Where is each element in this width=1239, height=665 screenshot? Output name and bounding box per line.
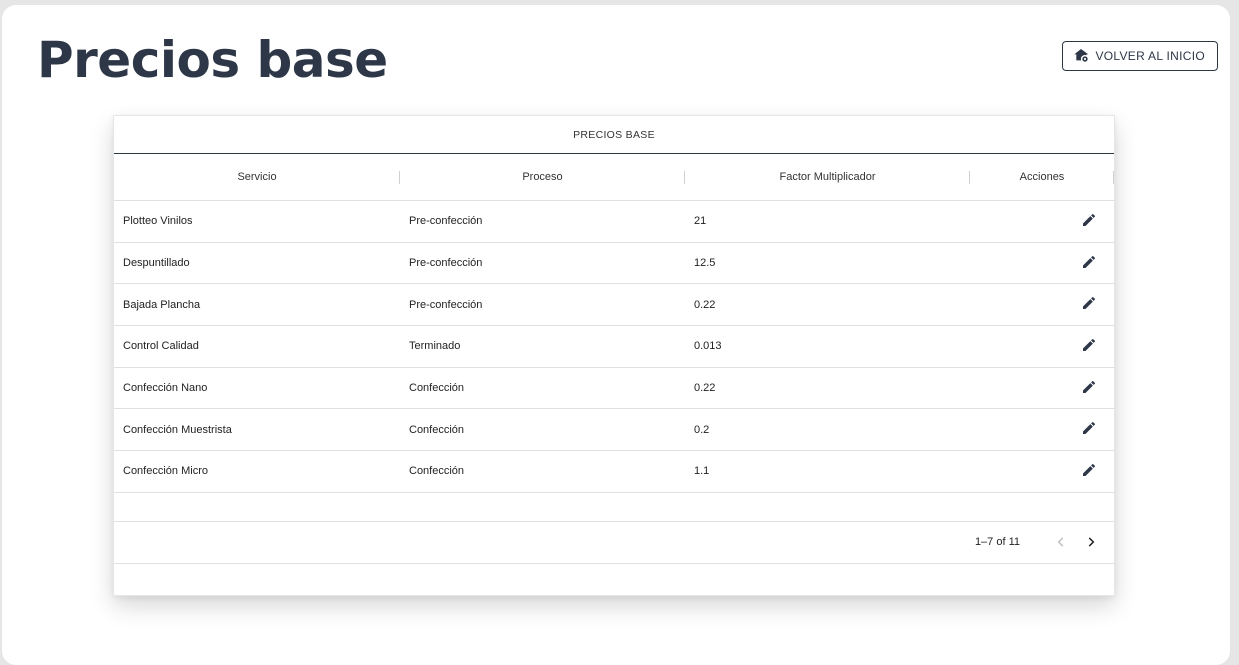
- edit-button[interactable]: [1078, 460, 1100, 482]
- pencil-icon: [1081, 462, 1097, 481]
- cell-acciones: [970, 210, 1114, 232]
- column-header-acciones[interactable]: Acciones: [970, 154, 1114, 200]
- table-spacer: [114, 493, 1114, 522]
- cell-servicio: Plotteo Vinilos: [123, 215, 193, 228]
- edit-button[interactable]: [1078, 294, 1100, 316]
- cell-servicio: Control Calidad: [123, 340, 199, 353]
- cell-servicio: Bajada Plancha: [123, 298, 201, 311]
- edit-button[interactable]: [1078, 335, 1100, 357]
- table-row[interactable]: Control Calidad Terminado 0.013: [114, 326, 1114, 368]
- cell-servicio: Confección Micro: [123, 465, 208, 478]
- cell-proceso: Pre-confección: [409, 215, 483, 228]
- table-caption: PRECIOS BASE: [114, 116, 1114, 154]
- cell-acciones: [970, 419, 1114, 441]
- previous-page-button[interactable]: [1050, 531, 1072, 553]
- edit-button[interactable]: [1078, 419, 1100, 441]
- cell-servicio: Confección Nano: [123, 382, 208, 395]
- chevron-left-icon: [1057, 537, 1064, 547]
- table-row[interactable]: Plotteo Vinilos Pre-confección 21: [114, 201, 1114, 243]
- cell-factor: 0.22: [694, 382, 716, 395]
- cell-proceso: Confección: [409, 423, 465, 436]
- table-body: Plotteo Vinilos Pre-confección 21 Despuntil…: [114, 201, 1114, 493]
- cell-acciones: [970, 294, 1114, 316]
- cell-proceso: Pre-confección: [409, 298, 483, 311]
- table-row[interactable]: Confección Muestrista Confección 0.2: [114, 409, 1114, 452]
- cell-factor: 0.013: [694, 340, 722, 353]
- table-footer: 1–7 of 11: [114, 522, 1114, 564]
- pencil-icon: [1081, 295, 1097, 314]
- cell-proceso: Terminado: [409, 340, 461, 353]
- pencil-icon: [1081, 337, 1097, 356]
- data-grid: Servicio Proceso Factor Multiplicador Ac…: [114, 154, 1114, 564]
- cell-acciones: [970, 335, 1114, 357]
- table-row[interactable]: Confección Micro Confección 1.1: [114, 451, 1114, 493]
- cell-factor: 1.1: [694, 465, 710, 478]
- table-header: Servicio Proceso Factor Multiplicador Ac…: [114, 154, 1114, 201]
- page-title: Precios base: [37, 31, 388, 89]
- next-page-button[interactable]: [1080, 531, 1102, 553]
- edit-button[interactable]: [1078, 210, 1100, 232]
- cell-factor: 0.2: [694, 423, 710, 436]
- cell-acciones: [970, 252, 1114, 274]
- pencil-icon: [1081, 212, 1097, 231]
- table-row[interactable]: Despuntillado Pre-confección 12.5: [114, 243, 1114, 285]
- cell-acciones: [970, 460, 1114, 482]
- edit-button[interactable]: [1078, 252, 1100, 274]
- back-home-button[interactable]: VOLVER AL INICIO: [1062, 41, 1218, 71]
- cell-proceso: Confección: [409, 465, 465, 478]
- column-header-factor[interactable]: Factor Multiplicador: [685, 154, 970, 200]
- cell-factor: 0.22: [694, 298, 716, 311]
- table-row[interactable]: Bajada Plancha Pre-confección 0.22: [114, 284, 1114, 327]
- cell-proceso: Pre-confección: [409, 257, 483, 270]
- cell-factor: 12.5: [694, 257, 716, 270]
- pagination-text: 1–7 of 11: [974, 536, 1020, 549]
- cell-servicio: Despuntillado: [123, 257, 190, 270]
- pencil-icon: [1081, 420, 1097, 439]
- cell-servicio: Confección Muestrista: [123, 423, 232, 436]
- column-header-proceso[interactable]: Proceso: [400, 154, 685, 200]
- pencil-icon: [1081, 379, 1097, 398]
- back-home-label: VOLVER AL INICIO: [1095, 49, 1205, 63]
- edit-button[interactable]: [1078, 377, 1100, 399]
- cell-factor: 21: [694, 215, 707, 228]
- table-row[interactable]: Confección Nano Confección 0.22: [114, 368, 1114, 410]
- pencil-icon: [1081, 254, 1097, 273]
- chevron-right-icon: [1088, 537, 1095, 547]
- cell-acciones: [970, 377, 1114, 399]
- prices-table: PRECIOS BASE Servicio Proceso Factor Mul…: [113, 115, 1115, 596]
- column-header-servicio[interactable]: Servicio: [114, 154, 400, 200]
- home-settings-icon: [1073, 47, 1089, 66]
- cell-proceso: Confección: [409, 382, 465, 395]
